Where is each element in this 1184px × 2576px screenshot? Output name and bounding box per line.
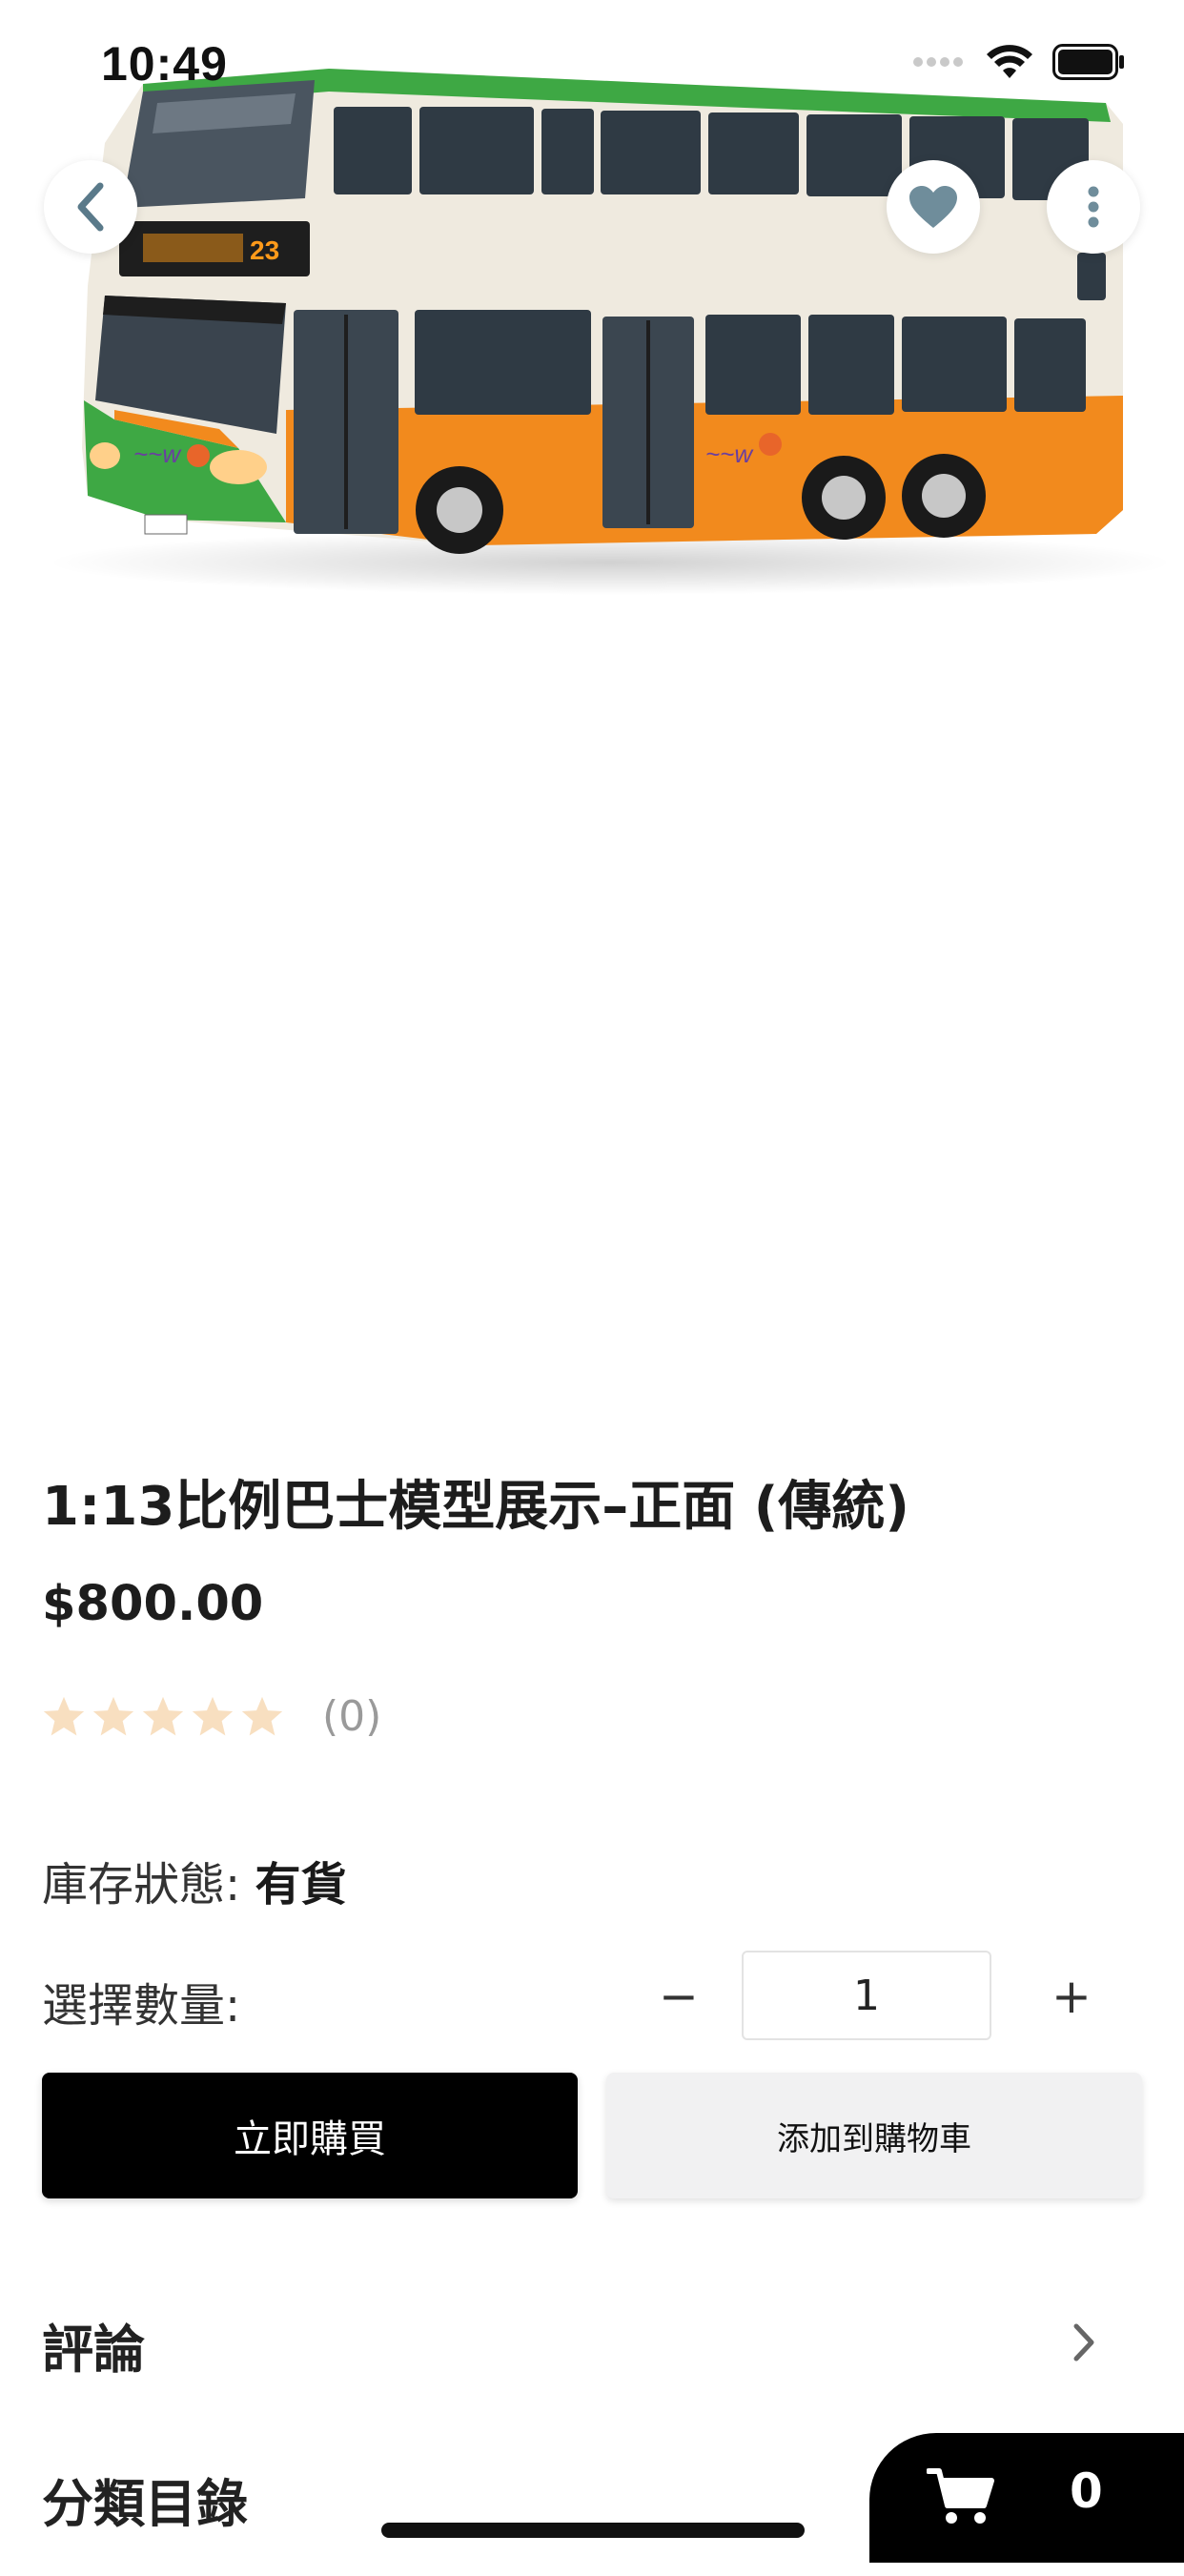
stock-label: 庫存狀態: [42, 1858, 241, 1912]
status-icons [913, 44, 1125, 80]
star-icon [241, 1696, 283, 1735]
status-time: 10:49 [101, 37, 228, 91]
svg-text:23: 23 [250, 235, 279, 265]
svg-text:~~w: ~~w [133, 440, 182, 468]
star-icon [192, 1696, 234, 1735]
product-price: $800.00 [42, 1576, 264, 1632]
buy-now-button[interactable]: 立即購買 [42, 2073, 578, 2198]
star-icon [92, 1696, 134, 1735]
rating-stars [42, 1695, 284, 1739]
quantity-selector: 選擇數量: − + [42, 1951, 1142, 2042]
more-options-button[interactable] [1047, 160, 1140, 254]
stock-value: 有貨 [255, 1858, 347, 1912]
reviews-section[interactable]: 評論 [42, 2307, 1142, 2422]
home-indicator[interactable] [381, 2523, 805, 2538]
quantity-decrease-button[interactable]: − [633, 1951, 725, 2042]
rating-row[interactable]: (0) [42, 1692, 381, 1741]
product-title: 1:13比例巴士模型展示–正面 (傳統) [42, 1476, 909, 1538]
cart-count: 0 [1070, 2464, 1103, 2519]
svg-text:~~w: ~~w [705, 440, 754, 468]
quantity-input[interactable] [742, 1951, 991, 2040]
back-button[interactable] [44, 160, 137, 254]
add-to-cart-button[interactable]: 添加到購物車 [606, 2073, 1142, 2198]
category-label: 分類目錄 [42, 2474, 248, 2534]
star-icon [43, 1696, 85, 1735]
quantity-increase-button[interactable]: + [1026, 1951, 1117, 2042]
signal-icon [913, 57, 963, 67]
cart-button[interactable]: 0 [869, 2433, 1184, 2563]
battery-icon [1052, 44, 1124, 80]
status-bar: 10:49 [0, 0, 1184, 126]
heart-icon [909, 186, 957, 228]
review-count: (0) [322, 1692, 382, 1741]
quantity-label: 選擇數量: [42, 1979, 241, 2033]
reviews-label: 評論 [42, 2320, 145, 2380]
cart-icon [927, 2468, 994, 2524]
wifi-icon [987, 45, 1032, 78]
chevron-left-icon [77, 182, 104, 232]
chevron-right-icon [1073, 2323, 1094, 2361]
stock-status: 庫存狀態: 有貨 [42, 1847, 346, 1913]
favorite-button[interactable] [887, 160, 980, 254]
more-vertical-icon [1088, 186, 1099, 228]
star-icon [142, 1696, 184, 1735]
